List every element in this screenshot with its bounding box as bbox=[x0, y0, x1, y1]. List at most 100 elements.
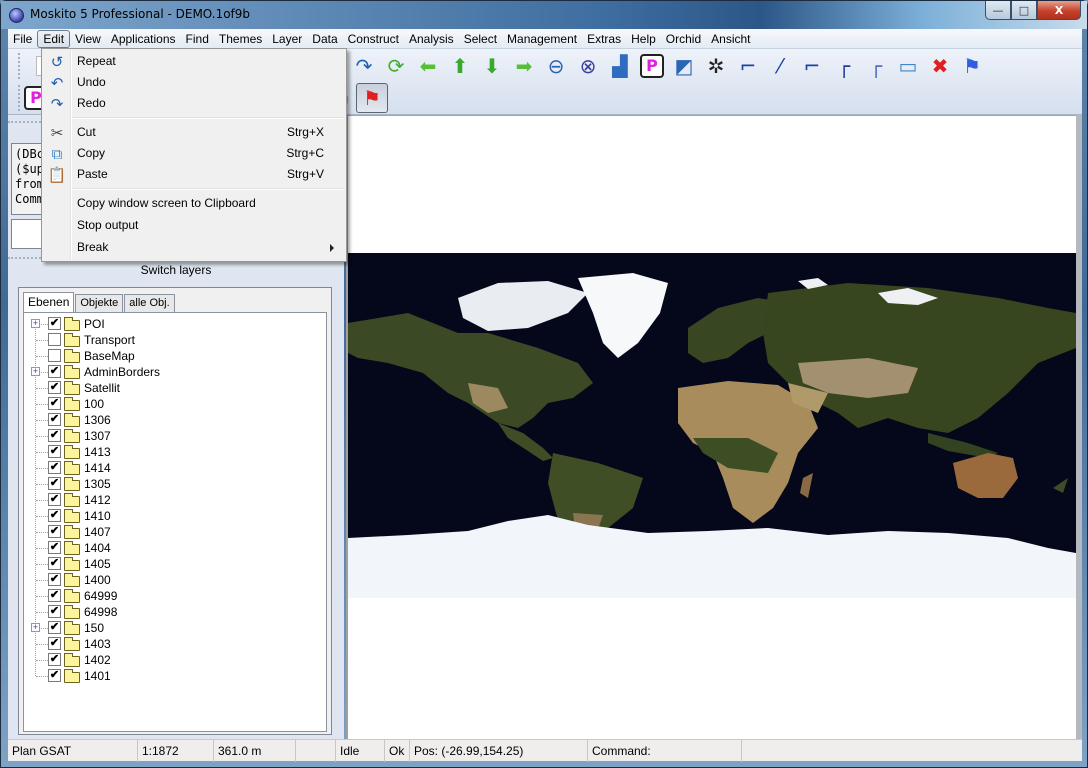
layer-checkbox[interactable]: ✔ bbox=[48, 445, 61, 458]
layer-item[interactable]: ✔ Satellit bbox=[24, 380, 324, 396]
layer-checkbox[interactable]: ✔ bbox=[48, 557, 61, 570]
menu-item-undo[interactable]: ↶ Undo bbox=[44, 72, 344, 93]
layer-item[interactable]: ✔ 1402 bbox=[24, 652, 324, 668]
window-button[interactable]: ▭ bbox=[892, 51, 924, 81]
layer-item[interactable]: + ✔ 150 bbox=[24, 620, 324, 636]
menu-item-repeat[interactable]: ↺ Repeat bbox=[44, 51, 344, 72]
menu-analysis[interactable]: Analysis bbox=[404, 30, 459, 48]
map-window-button[interactable]: ◩ bbox=[668, 51, 700, 81]
title-bar[interactable]: Moskito 5 Professional - DEMO.1of9b — □ … bbox=[1, 1, 1087, 29]
refresh-button[interactable]: ⟳ bbox=[380, 51, 412, 81]
menu-help[interactable]: Help bbox=[626, 30, 661, 48]
layer-item[interactable]: ✔ 1307 bbox=[24, 428, 324, 444]
zoom-extent-plan-button[interactable]: P bbox=[636, 51, 668, 81]
tab-alle-obj[interactable]: alle Obj. bbox=[124, 294, 175, 312]
expand-icon[interactable]: + bbox=[31, 623, 40, 632]
layer-item[interactable]: ✔ 1414 bbox=[24, 460, 324, 476]
layer-checkbox[interactable]: ✔ bbox=[48, 413, 61, 426]
layer-checkbox[interactable]: ✔ bbox=[48, 637, 61, 650]
layer-checkbox[interactable]: ✔ bbox=[48, 397, 61, 410]
layer-checkbox[interactable]: ✔ bbox=[48, 669, 61, 682]
minimize-button[interactable]: — bbox=[985, 1, 1011, 20]
zoom-center-button[interactable]: ✲ bbox=[700, 51, 732, 81]
layer-item[interactable]: ✔ 1404 bbox=[24, 540, 324, 556]
menu-file[interactable]: File bbox=[8, 30, 37, 48]
layer-item[interactable]: ✔ 64998 bbox=[24, 604, 324, 620]
layer-checkbox[interactable]: ✔ bbox=[48, 317, 61, 330]
map-view[interactable] bbox=[346, 115, 1076, 739]
layer-checkbox[interactable]: ✔ bbox=[48, 653, 61, 666]
layer-checkbox[interactable] bbox=[48, 333, 61, 346]
layer-checkbox[interactable] bbox=[48, 349, 61, 362]
expand-icon[interactable]: + bbox=[31, 319, 40, 328]
menu-orchid[interactable]: Orchid bbox=[661, 30, 706, 48]
menu-item-copy[interactable]: ⧉ Copy Strg+C bbox=[44, 143, 344, 164]
menu-item-redo[interactable]: ↷ Redo bbox=[44, 93, 344, 114]
map-view-button[interactable]: ▟ bbox=[604, 51, 636, 81]
layer-item[interactable]: ✔ 1413 bbox=[24, 444, 324, 460]
layer-item[interactable]: ✔ 1412 bbox=[24, 492, 324, 508]
menu-ansicht[interactable]: Ansicht bbox=[706, 30, 755, 48]
menu-management[interactable]: Management bbox=[502, 30, 582, 48]
layer-item[interactable]: ✔ 1401 bbox=[24, 668, 324, 684]
menu-themes[interactable]: Themes bbox=[214, 30, 267, 48]
run-exit-button[interactable]: ⚑ bbox=[956, 51, 988, 81]
layer-item[interactable]: ✔ 1306 bbox=[24, 412, 324, 428]
zoom-out-button[interactable]: ⊖ bbox=[540, 51, 572, 81]
pan-left-button[interactable]: ⬅ bbox=[412, 51, 444, 81]
layer-item[interactable]: ✔ 1403 bbox=[24, 636, 324, 652]
layer-item[interactable]: ✔ 1410 bbox=[24, 508, 324, 524]
layer-checkbox[interactable]: ✔ bbox=[48, 493, 61, 506]
snap-point-button[interactable]: ⌐ bbox=[732, 51, 764, 81]
layer-item[interactable]: ✔ 1400 bbox=[24, 572, 324, 588]
layer-item[interactable]: ✔ 1305 bbox=[24, 476, 324, 492]
menu-item-paste[interactable]: 📋 Paste Strg+V bbox=[44, 164, 344, 185]
menu-find[interactable]: Find bbox=[181, 30, 214, 48]
layer-checkbox[interactable]: ✔ bbox=[48, 381, 61, 394]
layer-checkbox[interactable]: ✔ bbox=[48, 525, 61, 538]
layer-item[interactable]: + ✔ AdminBorders bbox=[24, 364, 324, 380]
layer-item[interactable]: BaseMap bbox=[24, 348, 324, 364]
layer-checkbox[interactable]: ✔ bbox=[48, 605, 61, 618]
map-scrollbar[interactable] bbox=[1076, 115, 1082, 739]
menu-applications[interactable]: Applications bbox=[106, 30, 181, 48]
close-button[interactable]: X bbox=[1037, 1, 1081, 20]
redo-arrow-button[interactable]: ↷ bbox=[348, 51, 380, 81]
menu-layer[interactable]: Layer bbox=[267, 30, 307, 48]
snap-dotted-2-button[interactable]: ┌ bbox=[860, 51, 892, 81]
menu-item-break[interactable]: Break bbox=[44, 237, 344, 258]
layer-checkbox[interactable]: ✔ bbox=[48, 589, 61, 602]
satellite-map[interactable] bbox=[348, 253, 1076, 598]
delete-button[interactable]: ✖ bbox=[924, 51, 956, 81]
tab-objekte[interactable]: Objekte bbox=[75, 294, 124, 312]
menu-edit[interactable]: Edit bbox=[37, 29, 71, 48]
layer-item[interactable]: ✔ 100 bbox=[24, 396, 324, 412]
layer-checkbox[interactable]: ✔ bbox=[48, 429, 61, 442]
pan-right-button[interactable]: ➡ bbox=[508, 51, 540, 81]
snap-corner-button[interactable]: ⌐ bbox=[796, 51, 828, 81]
maximize-button[interactable]: □ bbox=[1011, 1, 1037, 20]
menu-item-stop-output[interactable]: Stop output bbox=[44, 215, 344, 236]
layer-item[interactable]: + ✔ POI bbox=[24, 316, 324, 332]
tab-ebenen[interactable]: Ebenen bbox=[23, 292, 75, 313]
layer-item[interactable]: Transport bbox=[24, 332, 324, 348]
toolbar-grip[interactable] bbox=[18, 53, 22, 79]
snap-line-button[interactable]: ⁄ bbox=[764, 51, 796, 81]
menu-item-copy-window-screen-to-clipboard[interactable]: Copy window screen to Clipboard bbox=[44, 193, 344, 214]
pan-up-button[interactable]: ⬆ bbox=[444, 51, 476, 81]
layer-checkbox[interactable]: ✔ bbox=[48, 477, 61, 490]
layer-checkbox[interactable]: ✔ bbox=[48, 365, 61, 378]
pan-down-button[interactable]: ⬇ bbox=[476, 51, 508, 81]
menu-construct[interactable]: Construct bbox=[343, 30, 404, 48]
layer-checkbox[interactable]: ✔ bbox=[48, 541, 61, 554]
expand-icon[interactable]: + bbox=[31, 367, 40, 376]
menu-item-cut[interactable]: ✂ Cut Strg+X bbox=[44, 122, 344, 143]
layer-checkbox[interactable]: ✔ bbox=[48, 621, 61, 634]
layer-item[interactable]: ✔ 1405 bbox=[24, 556, 324, 572]
layer-checkbox[interactable]: ✔ bbox=[48, 573, 61, 586]
layer-checkbox[interactable]: ✔ bbox=[48, 509, 61, 522]
zoom-cancel-button[interactable]: ⊗ bbox=[572, 51, 604, 81]
menu-select[interactable]: Select bbox=[459, 30, 502, 48]
layer-item[interactable]: ✔ 64999 bbox=[24, 588, 324, 604]
layer-item[interactable]: ✔ 1407 bbox=[24, 524, 324, 540]
